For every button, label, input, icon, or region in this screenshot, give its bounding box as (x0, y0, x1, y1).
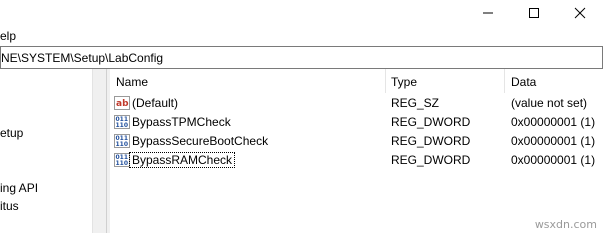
column-separator[interactable] (504, 69, 505, 93)
close-icon (574, 7, 586, 19)
dword-value-icon: 011 110 (114, 115, 130, 129)
watermark: wsxdn.com (534, 218, 597, 231)
svg-text:110: 110 (116, 160, 129, 167)
tree-item-api[interactable]: ing API (0, 181, 38, 195)
minimize-button[interactable] (465, 0, 511, 26)
list-header: Name Type Data (110, 69, 603, 93)
svg-text:110: 110 (116, 141, 129, 148)
value-name: BypassRAMCheck (128, 152, 236, 168)
address-bar[interactable]: NE\SYSTEM\Setup\LabConfig (0, 46, 603, 69)
maximize-icon (529, 8, 539, 18)
column-separator[interactable] (385, 69, 386, 93)
table-row[interactable]: 011 110 BypassRAMCheck REG_DWORD 0x00000… (110, 150, 603, 169)
table-row[interactable]: 011 110 BypassTPMCheck REG_DWORD 0x00000… (110, 112, 603, 131)
column-header-name[interactable]: Name (116, 75, 148, 89)
tree-scrollbar[interactable] (92, 69, 107, 233)
string-value-icon: ab (114, 96, 130, 110)
value-data: 0x00000001 (1) (511, 153, 596, 167)
dword-value-icon: 011 110 (114, 134, 130, 148)
value-data: 0x00000001 (1) (511, 134, 596, 148)
svg-text:ab: ab (116, 99, 129, 109)
value-type: REG_DWORD (391, 115, 471, 129)
address-path: NE\SYSTEM\Setup\LabConfig (1, 51, 164, 65)
key-tree[interactable]: etup ing API itus (0, 69, 106, 233)
menu-bar: elp (0, 26, 603, 46)
value-name: BypassSecureBootCheck (132, 134, 269, 148)
value-type: REG_SZ (391, 96, 440, 110)
value-type: REG_DWORD (391, 153, 471, 167)
value-data: (value not set) (511, 96, 588, 110)
dword-value-icon: 011 110 (114, 153, 130, 167)
value-name: (Default) (132, 96, 179, 110)
tree-item-setup[interactable]: etup (0, 126, 23, 140)
value-name: BypassTPMCheck (132, 115, 231, 129)
close-button[interactable] (557, 0, 603, 26)
minimize-icon (483, 12, 493, 14)
value-data: 0x00000001 (1) (511, 115, 596, 129)
value-type: REG_DWORD (391, 134, 471, 148)
column-header-data[interactable]: Data (511, 75, 536, 89)
values-list: Name Type Data ab (Default) REG_SZ (valu… (110, 69, 603, 233)
title-bar (0, 0, 603, 26)
tree-item-status[interactable]: itus (0, 199, 19, 213)
table-row[interactable]: 011 110 BypassSecureBootCheck REG_DWORD … (110, 131, 603, 150)
table-row[interactable]: ab (Default) REG_SZ (value not set) (110, 93, 603, 112)
menu-help[interactable]: elp (0, 29, 16, 43)
column-header-type[interactable]: Type (391, 75, 417, 89)
svg-text:110: 110 (116, 122, 129, 129)
maximize-button[interactable] (511, 0, 557, 26)
